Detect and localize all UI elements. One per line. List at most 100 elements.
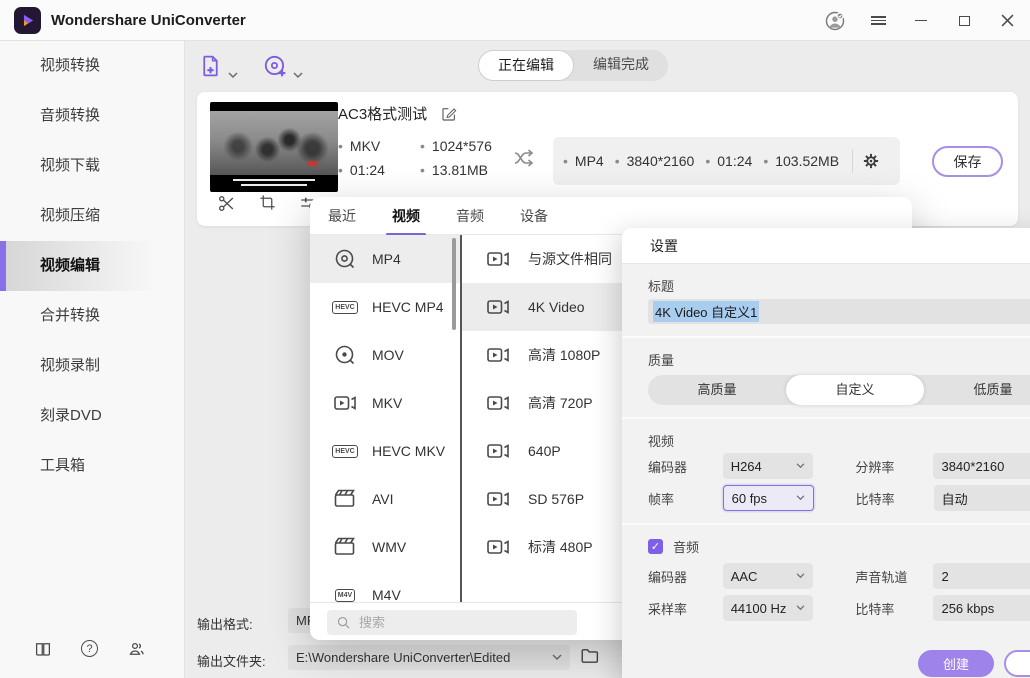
sidebar-item-screen-record[interactable]: 视频录制	[0, 341, 184, 391]
chevron-down-icon	[796, 573, 805, 579]
framerate-select[interactable]: 60 fps	[723, 485, 814, 511]
title-input[interactable]: 4K Video 自定义1	[648, 299, 1030, 324]
community-icon[interactable]	[127, 640, 146, 658]
tab-editing[interactable]: 正在编辑	[478, 50, 574, 81]
convert-shuffle-icon	[513, 148, 537, 168]
output-info-bar: MP4 3840*2160 01:24 103.52MB	[553, 137, 900, 185]
sidebar: 视频转换 音频转换 视频下载 视频压缩 视频编辑 合并转换 视频录制 刻录DVD…	[0, 41, 185, 678]
samplerate-label: 采样率	[648, 599, 723, 618]
close-button[interactable]	[996, 10, 1018, 32]
sidebar-item-toolbox[interactable]: 工具箱	[0, 441, 184, 491]
audio-encoder-select[interactable]: AAC	[723, 563, 814, 589]
quality-option-high[interactable]: 高质量	[648, 375, 786, 405]
sidebar-item-video-compress[interactable]: 视频压缩	[0, 191, 184, 241]
guide-book-icon[interactable]	[34, 640, 52, 658]
audio-checkbox[interactable]	[648, 539, 663, 554]
add-from-device-button[interactable]	[262, 53, 303, 79]
tab-device[interactable]: 设备	[520, 206, 548, 226]
title-input-selected-text: 4K Video 自定义1	[653, 301, 759, 322]
quality-section: 质量 高质量 自定义 低质量	[622, 338, 1030, 419]
quality-label: 质量	[648, 350, 1030, 366]
confirm-button[interactable]	[1004, 650, 1030, 677]
settings-panel: 设置 标题 4K Video 自定义1 质量 高质量 自定义 低质量 视频 编码…	[622, 228, 1030, 678]
hevc-badge-icon: HEVC	[332, 301, 358, 314]
video-camera-icon	[485, 392, 511, 414]
create-button[interactable]: 创建	[918, 650, 994, 677]
sidebar-item-video-edit[interactable]: 视频编辑	[0, 241, 184, 291]
video-section: 视频 编码器 H264 分辨率 3840*2160 帧率 60 fps 比特率 …	[622, 419, 1030, 525]
video-camera-icon	[485, 248, 511, 270]
format-item-mp4[interactable]: MP4	[310, 235, 460, 283]
search-input[interactable]	[359, 615, 539, 630]
title-field-label: 标题	[648, 276, 1030, 292]
video-encoder-label: 编码器	[648, 457, 723, 476]
clapperboard-icon	[332, 488, 358, 510]
format-item-avi[interactable]: AVI	[310, 475, 460, 523]
audio-section: 音频 编码器 AAC 声音轨道 2 采样率 44100 Hz 比特率 256 k…	[622, 525, 1030, 633]
framerate-label: 帧率	[648, 489, 723, 508]
hevc-badge-icon: HEVC	[332, 445, 358, 458]
output-format-label: 输出格式:	[197, 614, 253, 633]
resolution-select[interactable]: 3840*2160	[933, 453, 1030, 479]
titlebar: Wondershare UniConverter	[0, 0, 1030, 41]
tab-video[interactable]: 视频	[392, 206, 420, 226]
trim-scissors-icon[interactable]	[217, 194, 236, 213]
format-list-scrollbar[interactable]	[452, 238, 456, 330]
title-section: 标题 4K Video 自定义1	[622, 264, 1030, 338]
account-avatar-icon[interactable]	[824, 10, 846, 32]
quality-segmented-control: 高质量 自定义 低质量	[648, 375, 1030, 405]
audio-bitrate-select[interactable]: 256 kbps	[933, 595, 1030, 621]
crop-icon[interactable]	[259, 194, 276, 213]
browse-folder-icon[interactable]	[580, 647, 600, 665]
help-icon[interactable]	[81, 640, 98, 658]
format-search[interactable]	[327, 610, 577, 635]
audio-bitrate-label: 比特率	[855, 599, 933, 618]
format-item-hevc-mkv[interactable]: HEVC HEVC MKV	[310, 427, 460, 475]
video-thumbnail[interactable]	[210, 102, 338, 192]
disc-dot-icon	[332, 343, 358, 367]
video-bitrate-label: 比特率	[856, 489, 934, 508]
save-button[interactable]: 保存	[932, 146, 1003, 177]
menu-icon[interactable]	[867, 10, 889, 32]
app-title: Wondershare UniConverter	[51, 12, 246, 29]
channels-label: 声音轨道	[855, 567, 933, 586]
sidebar-item-video-download[interactable]: 视频下载	[0, 141, 184, 191]
output-size: 103.52MB	[763, 153, 839, 169]
tab-edit-finished[interactable]: 编辑完成	[574, 50, 668, 81]
quality-option-low[interactable]: 低质量	[924, 375, 1030, 405]
quality-option-custom[interactable]: 自定义	[786, 375, 924, 405]
audio-section-label: 音频	[673, 537, 699, 556]
chevron-down-icon	[228, 72, 238, 79]
format-item-mkv[interactable]: MKV	[310, 379, 460, 427]
rename-edit-icon[interactable]	[441, 106, 457, 122]
samplerate-select[interactable]: 44100 Hz	[723, 595, 814, 621]
video-camera-icon	[485, 296, 511, 318]
output-folder-select[interactable]: E:\Wondershare UniConverter\Edited	[288, 645, 570, 670]
video-section-label: 视频	[648, 431, 1030, 447]
output-settings-gear-icon[interactable]	[862, 152, 880, 170]
chevron-down-icon	[796, 605, 805, 611]
sidebar-item-merge-convert[interactable]: 合并转换	[0, 291, 184, 341]
add-files-button[interactable]	[198, 53, 238, 79]
source-format: MKV	[338, 138, 420, 154]
format-item-hevc-mp4[interactable]: HEVC HEVC MP4	[310, 283, 460, 331]
video-camera-icon	[485, 488, 511, 510]
video-bitrate-select[interactable]: 自动	[934, 485, 1030, 511]
format-item-m4v[interactable]: M4V M4V	[310, 571, 460, 602]
format-item-wmv[interactable]: WMV	[310, 523, 460, 571]
tab-recent[interactable]: 最近	[328, 206, 356, 226]
maximize-button[interactable]	[953, 10, 975, 32]
chevron-down-icon	[796, 463, 805, 469]
output-format: MP4	[563, 153, 604, 169]
minimize-button[interactable]	[910, 10, 932, 32]
video-encoder-select[interactable]: H264	[723, 453, 814, 479]
video-camera-icon	[485, 440, 511, 462]
sidebar-item-burn-dvd[interactable]: 刻录DVD	[0, 391, 184, 441]
channels-select[interactable]: 2	[933, 563, 1030, 589]
sidebar-item-audio-convert[interactable]: 音频转换	[0, 91, 184, 141]
format-item-mov[interactable]: MOV	[310, 331, 460, 379]
tab-audio[interactable]: 音频	[456, 206, 484, 226]
sidebar-item-video-convert[interactable]: 视频转换	[0, 41, 184, 91]
disc-icon	[332, 247, 358, 271]
settings-title: 设置	[622, 228, 1030, 264]
